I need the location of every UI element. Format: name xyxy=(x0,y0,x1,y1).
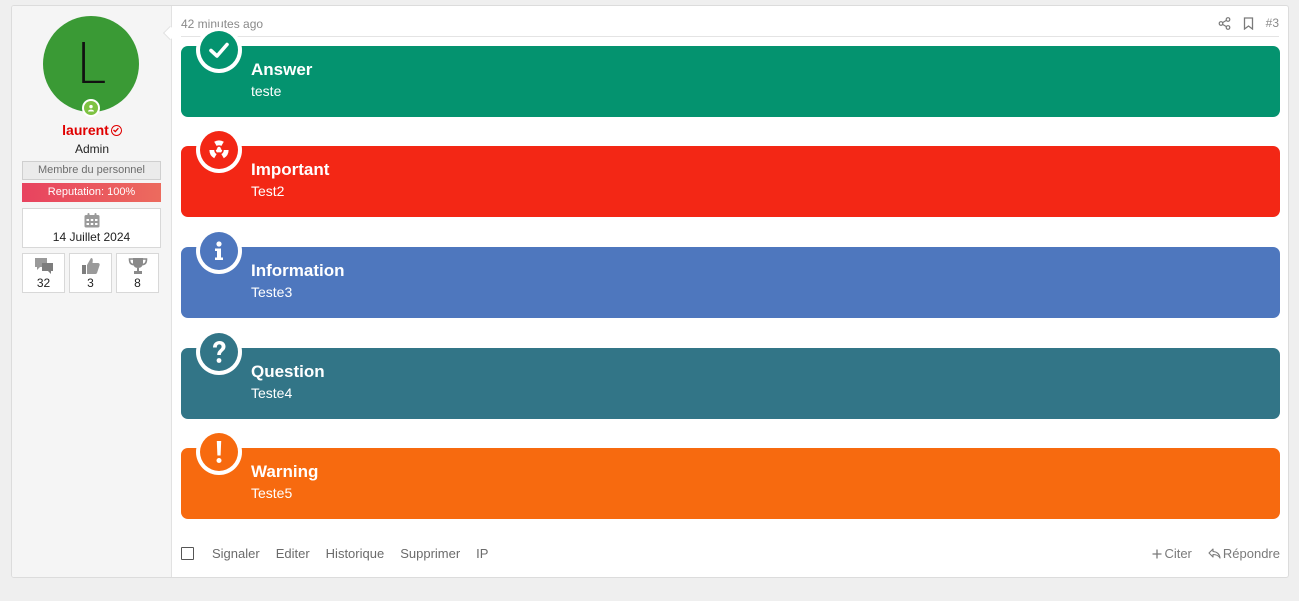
online-status-icon xyxy=(82,99,100,117)
question-icon xyxy=(200,333,238,371)
stat-value: 32 xyxy=(36,276,51,290)
stat-trophies[interactable]: 8 xyxy=(116,253,159,293)
check-icon xyxy=(200,31,238,69)
ip-link[interactable]: IP xyxy=(476,546,488,561)
callout-title: Information xyxy=(251,261,345,280)
username-row: laurent xyxy=(12,122,172,138)
callout-answer: Answer teste xyxy=(181,27,1280,117)
history-link[interactable]: Historique xyxy=(326,546,385,561)
reply-label: Répondre xyxy=(1222,546,1280,561)
post-number-link[interactable]: #3 xyxy=(1266,16,1279,30)
info-icon xyxy=(200,232,238,270)
stat-likes[interactable]: 3 xyxy=(69,253,112,293)
select-post-checkbox[interactable] xyxy=(181,547,194,560)
report-link[interactable]: Signaler xyxy=(212,546,260,561)
bookmark-icon[interactable] xyxy=(1243,16,1254,30)
reply-icon xyxy=(1208,548,1221,559)
avatar-letter: L xyxy=(75,31,107,97)
joined-date-box: 14 Juillet 2024 xyxy=(22,208,161,248)
forum-post: L laurent Admin Membre du personnel Repu… xyxy=(11,5,1289,578)
user-info-column: L laurent Admin Membre du personnel Repu… xyxy=(12,6,172,577)
share-icon[interactable] xyxy=(1218,16,1231,30)
post-header-actions: #3 xyxy=(1218,16,1279,30)
trophy-icon xyxy=(128,258,147,274)
callout-title: Warning xyxy=(251,462,319,481)
verified-badge-icon xyxy=(110,125,122,136)
callout-icon-ring xyxy=(196,329,242,375)
callout-body: Teste5 xyxy=(251,485,293,501)
reply-button[interactable]: Répondre xyxy=(1208,546,1280,561)
avatar[interactable]: L xyxy=(43,16,139,112)
callout-warning: Warning Teste5 xyxy=(181,429,1280,519)
thumbs-up-icon xyxy=(81,258,100,274)
joined-date: 14 Juillet 2024 xyxy=(52,230,131,244)
callout-icon-ring xyxy=(196,429,242,475)
user-role: Admin xyxy=(74,142,109,156)
exclamation-icon xyxy=(200,433,238,471)
calendar-icon xyxy=(84,213,99,228)
quote-label: Citer xyxy=(1164,546,1192,561)
post-header: 42 minutes ago #3 xyxy=(181,6,1279,37)
callout-body: Teste3 xyxy=(251,284,293,300)
callout-body: Teste4 xyxy=(251,385,293,401)
quote-button[interactable]: Citer xyxy=(1152,546,1192,561)
plus-icon xyxy=(1152,549,1162,558)
delete-link[interactable]: Supprimer xyxy=(400,546,460,561)
callout-important: Important Test2 xyxy=(181,127,1280,217)
callout-icon-ring xyxy=(196,27,242,73)
reputation-banner: Reputation: 100% xyxy=(22,183,161,202)
callout-question: Question Teste4 xyxy=(181,329,1280,419)
edit-link[interactable]: Editer xyxy=(276,546,310,561)
callout-icon-ring xyxy=(196,127,242,173)
callout-body: Test2 xyxy=(251,183,285,199)
callout-icon-ring xyxy=(196,228,242,274)
callout-title: Important xyxy=(251,160,330,179)
stat-value: 8 xyxy=(134,276,141,290)
callout-body: teste xyxy=(251,83,282,99)
stat-value: 3 xyxy=(87,276,94,290)
messages-icon xyxy=(34,258,53,274)
callout-information: Information Teste3 xyxy=(181,228,1280,318)
post-moderation-links: Signaler Editer Historique Supprimer IP xyxy=(181,546,504,561)
radiation-icon xyxy=(200,131,238,169)
post-footer: Signaler Editer Historique Supprimer IP … xyxy=(181,544,1280,564)
post-reply-actions: Citer Répondre xyxy=(1152,546,1280,561)
username-link[interactable]: laurent xyxy=(62,122,109,138)
staff-banner: Membre du personnel xyxy=(22,161,161,180)
stat-messages[interactable]: 32 xyxy=(22,253,65,293)
callout-title: Answer xyxy=(251,60,313,79)
callout-title: Question xyxy=(251,362,325,381)
